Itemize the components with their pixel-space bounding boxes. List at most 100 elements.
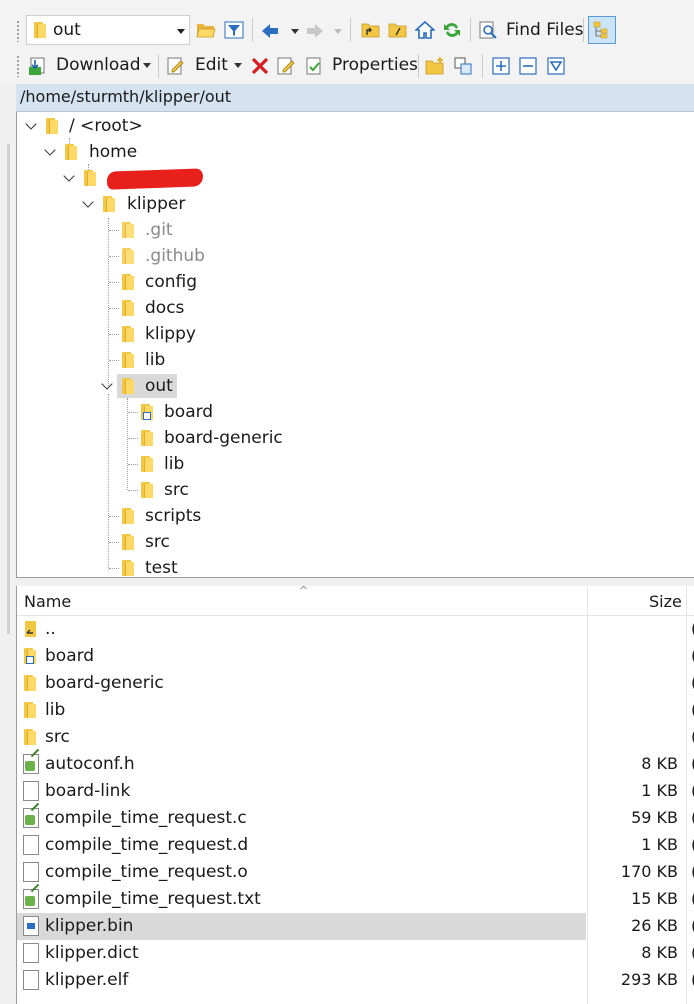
folder-icon (121, 248, 134, 264)
file-name: klipper.bin (45, 916, 134, 936)
collapse-user-chevron-icon[interactable] (63, 170, 75, 182)
find-files-icon[interactable] (478, 20, 498, 40)
download-button[interactable]: Download (56, 52, 141, 78)
tree-node-test[interactable]: test (145, 558, 178, 577)
list-item[interactable]: compile_time_request.c 59 KB ( (17, 805, 694, 832)
list-item[interactable]: board-link 1 KB ( (17, 778, 694, 805)
tree-view-toggle-button[interactable] (588, 16, 616, 44)
tree-node-klipper[interactable]: klipper (127, 194, 185, 214)
tree-node-home[interactable]: home (89, 142, 137, 162)
toolbar-separator (482, 54, 483, 78)
file-size: 8 KB (641, 754, 678, 773)
collapse-out-chevron-icon[interactable] (101, 378, 113, 390)
new-folder-icon[interactable] (425, 56, 445, 76)
tree-node-docs[interactable]: docs (145, 298, 184, 318)
file-size: 1 KB (641, 781, 678, 800)
tree-node-git[interactable]: .git (145, 220, 173, 240)
collapse-root-chevron-icon[interactable] (25, 118, 37, 130)
column-header-name[interactable]: Name (24, 592, 71, 611)
download-icon[interactable] (28, 56, 48, 76)
tree-node-root[interactable]: / <root> (69, 116, 143, 136)
list-item[interactable]: compile_time_request.txt 15 KB ( (17, 886, 694, 913)
refresh-icon[interactable] (442, 20, 462, 40)
file-name: compile_time_request.d (45, 835, 249, 855)
rename-icon[interactable] (276, 56, 296, 76)
toolbar-grip[interactable] (16, 20, 20, 42)
list-item[interactable]: compile_time_request.d 1 KB ( (17, 832, 694, 859)
collapse-klipper-chevron-icon[interactable] (82, 196, 94, 208)
download-chevron-icon[interactable] (143, 63, 151, 68)
folder-icon (102, 196, 115, 212)
tree-node-out-lib[interactable]: lib (164, 454, 184, 474)
delete-icon[interactable] (250, 56, 270, 76)
list-item[interactable]: board ( (17, 643, 694, 670)
list-item[interactable]: src ( (17, 724, 694, 751)
folder-icon (121, 508, 134, 524)
tree-node-lib[interactable]: lib (145, 350, 165, 370)
list-item[interactable]: .. ( (17, 616, 694, 643)
tree-node-config[interactable]: config (145, 272, 197, 292)
file-name: compile_time_request.c (45, 808, 247, 828)
list-item[interactable]: klipper.elf 293 KB ( (17, 967, 694, 994)
home-icon[interactable] (415, 20, 435, 40)
tree-node-klippy[interactable]: klippy (145, 324, 196, 344)
tree-node-out[interactable]: out (145, 376, 173, 396)
folder-icon (121, 378, 134, 394)
list-item[interactable]: compile_time_request.o 170 KB ( (17, 859, 694, 886)
tree-node-src[interactable]: src (145, 532, 170, 552)
file-size: 59 KB (631, 808, 678, 827)
edit-icon[interactable] (166, 56, 186, 76)
panel-splitter[interactable] (16, 578, 694, 586)
list-item[interactable]: lib ( (17, 697, 694, 724)
folder-icon (23, 729, 36, 745)
filter-icon[interactable] (224, 20, 244, 40)
collapse-home-chevron-icon[interactable] (44, 144, 56, 156)
deselect-icon[interactable] (518, 56, 538, 76)
file-size: 15 KB (631, 889, 678, 908)
properties-icon[interactable] (304, 56, 324, 76)
path-combo-value: out (53, 20, 81, 40)
open-folder-icon[interactable] (196, 20, 216, 40)
file-name: board-link (45, 781, 131, 801)
folder-link-icon (23, 648, 36, 664)
tree-node-github[interactable]: .github (145, 246, 205, 266)
root-directory-icon[interactable] (388, 20, 408, 40)
parent-folder-icon (25, 621, 36, 637)
file-size: 8 KB (641, 943, 678, 962)
folder-icon (140, 482, 153, 498)
file-name: board (45, 646, 95, 666)
forward-history-chevron-icon[interactable] (334, 29, 342, 34)
tree-node-out-src[interactable]: src (164, 480, 189, 500)
back-arrow-icon[interactable] (260, 21, 280, 41)
folder-icon (64, 144, 77, 160)
edit-chevron-icon[interactable] (234, 63, 242, 68)
navigation-toolbar: out Find Files (0, 0, 694, 48)
properties-button[interactable]: Properties (332, 52, 418, 78)
list-item-selected[interactable]: klipper.bin (17, 913, 586, 940)
list-item-size-cell: 26 KB ( (587, 913, 694, 940)
file-icon (23, 970, 39, 990)
filter-select-icon[interactable] (546, 56, 566, 76)
find-files-button[interactable]: Find Files (506, 17, 584, 43)
toolbar-grip[interactable] (16, 55, 20, 77)
select-all-icon[interactable] (491, 56, 511, 76)
tree-view-icon (593, 21, 608, 39)
edit-button[interactable]: Edit (195, 52, 228, 78)
column-header-size[interactable]: Size (649, 592, 682, 611)
forward-arrow-icon[interactable] (305, 21, 325, 41)
chevron-down-icon[interactable] (177, 29, 185, 34)
file-list: ^ Name Size .. ( board ( board-generic (… (16, 586, 694, 1004)
tree-node-scripts[interactable]: scripts (145, 506, 201, 526)
path-combo[interactable]: out (26, 15, 190, 45)
folder-icon (33, 22, 46, 38)
list-item[interactable]: board-generic ( (17, 670, 694, 697)
folder-link-icon (140, 404, 153, 420)
back-history-chevron-icon[interactable] (291, 29, 299, 34)
tree-node-board[interactable]: board (164, 402, 213, 422)
list-item[interactable]: autoconf.h 8 KB ( (17, 751, 694, 778)
file-name: src (45, 727, 70, 747)
tree-node-board-generic[interactable]: board-generic (164, 428, 283, 448)
list-item[interactable]: klipper.dict 8 KB ( (17, 940, 694, 967)
parent-directory-icon[interactable] (361, 20, 381, 40)
synchronize-icon[interactable] (453, 56, 473, 76)
